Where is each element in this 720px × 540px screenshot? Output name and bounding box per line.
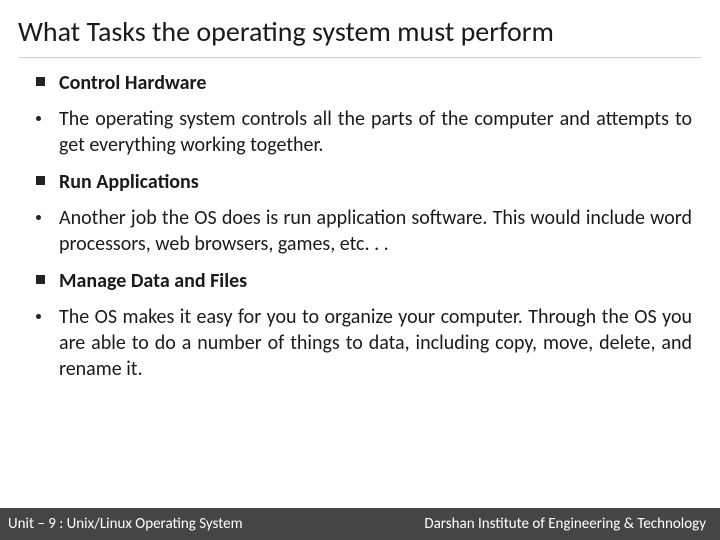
body-text: Another job the OS does is run applicati… — [59, 205, 692, 258]
slide-footer: Unit – 9 : Unix/Linux Operating System D… — [0, 508, 720, 540]
heading-text: Control Hardware — [59, 70, 206, 96]
square-bullet-icon — [36, 275, 45, 284]
square-bullet-icon — [36, 77, 45, 86]
body-text: The OS makes it easy for you to organize… — [59, 304, 692, 383]
section-heading: Control Hardware — [36, 70, 692, 96]
dot-bullet-icon — [36, 314, 41, 319]
heading-text: Run Applications — [59, 169, 199, 195]
footer-left: Unit – 9 : Unix/Linux Operating System — [8, 515, 243, 533]
section-body: The OS makes it easy for you to organize… — [36, 304, 692, 383]
section-heading: Run Applications — [36, 169, 692, 195]
square-bullet-icon — [36, 176, 45, 185]
footer-right: Darshan Institute of Engineering & Techn… — [424, 515, 706, 533]
heading-text: Manage Data and Files — [59, 268, 247, 294]
section-body: The operating system controls all the pa… — [36, 106, 692, 159]
section-heading: Manage Data and Files — [36, 268, 692, 294]
slide: What Tasks the operating system must per… — [0, 0, 720, 540]
dot-bullet-icon — [36, 116, 41, 121]
dot-bullet-icon — [36, 215, 41, 220]
slide-content: Control Hardware The operating system co… — [18, 70, 702, 383]
section-body: Another job the OS does is run applicati… — [36, 205, 692, 258]
body-text: The operating system controls all the pa… — [59, 106, 692, 159]
slide-title: What Tasks the operating system must per… — [18, 14, 702, 58]
